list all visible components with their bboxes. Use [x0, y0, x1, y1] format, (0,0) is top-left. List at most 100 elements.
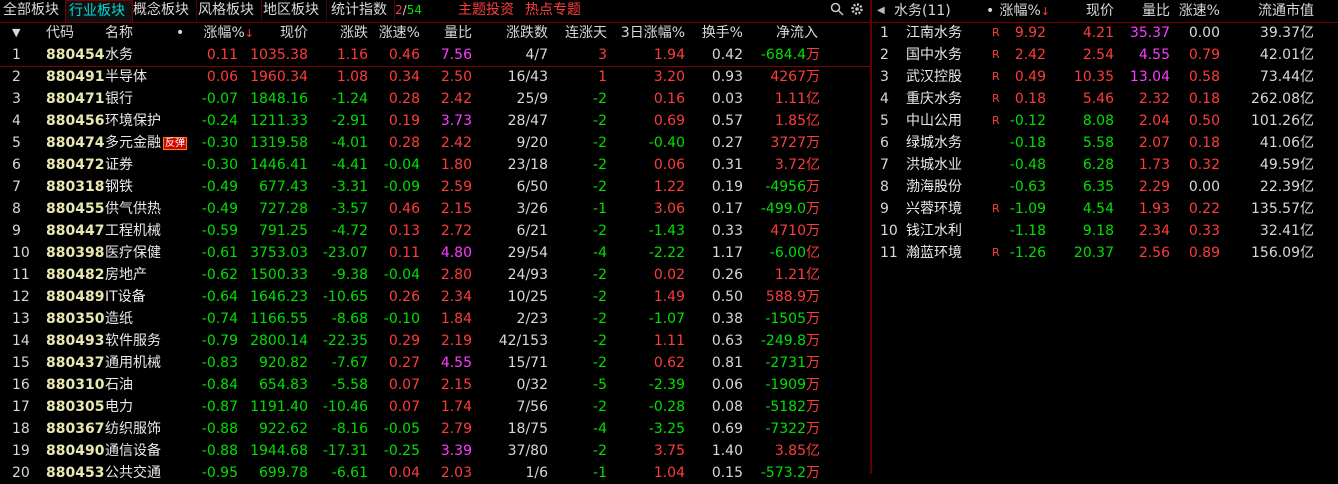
col-header-change-pct[interactable]: 涨幅%↓	[182, 22, 254, 44]
panel-col-header-speed[interactable]: 涨速%	[1172, 0, 1220, 22]
market-cap-unit: 亿	[1300, 223, 1314, 239]
table-row[interactable]: 7 880318 钢铁 -0.49 677.43 -3.31 -0.09 2.59 6/50 -2…	[0, 176, 870, 198]
price: 1500.33	[250, 267, 308, 283]
change-pct: -0.59	[201, 223, 238, 239]
col-header-chg3d[interactable]: 3日涨幅%	[607, 22, 685, 44]
stock-row[interactable]: 7 洪城水业 -0.48 6.28 1.73 0.32 49.59亿	[872, 154, 1338, 176]
board-name: 纺织服饰	[105, 421, 161, 437]
table-row[interactable]: 1 880454 水务 0.11 1035.38 1.16 0.46 7.56 4/7 3 1.94…	[0, 44, 870, 67]
col-header-change[interactable]: 涨跌	[310, 22, 368, 44]
panel-col-header-price[interactable]: 现价	[1062, 0, 1114, 22]
change-pct: -0.83	[201, 355, 238, 371]
margin-flag: R	[992, 202, 1000, 215]
chg-3d: 3.75	[653, 443, 685, 459]
hot-topics-link[interactable]: 热点专题	[525, 0, 581, 21]
stock-speed: 0.89	[1188, 245, 1220, 261]
tab-region-boards[interactable]: 地区板块	[260, 0, 327, 21]
table-row[interactable]: 14 880493 软件服务 -0.79 2800.14 -22.35 0.29 2.19 42…	[0, 330, 870, 352]
tab-all-boards[interactable]: 全部板块	[0, 0, 67, 21]
board-code: 880474	[46, 135, 105, 151]
tab-style-boards[interactable]: 风格板块	[195, 0, 262, 21]
price: 1944.68	[250, 443, 308, 459]
stock-vol-ratio: 2.07	[1138, 135, 1170, 151]
table-row[interactable]: 6 880472 证券 -0.30 1446.41 -4.41 -0.04 1.80 23/18…	[0, 154, 870, 176]
margin-flag: R	[992, 70, 1000, 83]
stock-row[interactable]: 2 国中水务 R 2.42 2.54 4.55 0.79 42.01亿	[872, 44, 1338, 66]
turnover: 1.40	[711, 443, 743, 459]
market-cap: 49.59亿	[1224, 154, 1314, 176]
stock-change-pct: -0.48	[1009, 157, 1046, 173]
col-header-name[interactable]: 名称	[105, 22, 133, 44]
board-code: 880493	[46, 333, 105, 349]
table-row[interactable]: 5 880474 多元金融 反弹 -0.30 1319.58 -4.01 0.28 2.42 9/…	[0, 132, 870, 154]
stock-vol-ratio: 13.04	[1129, 69, 1170, 85]
stock-vol-ratio: 1.93	[1138, 201, 1170, 217]
stock-row[interactable]: 11 瀚蓝环境 R -1.26 20.37 2.56 0.89 156.09亿	[872, 242, 1338, 264]
table-row[interactable]: 8 880455 供气供热 -0.49 727.28 -3.57 0.46 2.15 3/26 -…	[0, 198, 870, 220]
board-tab-bar: 全部板块 行业板块 概念板块 风格板块 地区板块 统计指数 2/54 主题投资 …	[0, 0, 870, 23]
turnover: 0.38	[711, 311, 743, 327]
turnover: 0.81	[711, 355, 743, 371]
col-header-change-pct-label: 涨幅%	[203, 25, 245, 41]
col-header-streak[interactable]: 连涨天	[555, 22, 607, 44]
change: -3.57	[331, 201, 368, 217]
search-icon[interactable]	[829, 2, 845, 18]
change: -6.61	[331, 465, 368, 481]
table-row[interactable]: 11 880482 房地产 -0.62 1500.33 -9.38 -0.04 2.80 24/…	[0, 264, 870, 286]
table-row[interactable]: 9 880447 工程机械 -0.59 791.25 -4.72 0.13 2.72 6/21 -…	[0, 220, 870, 242]
stock-name: 重庆水务	[906, 91, 962, 107]
stock-vol-ratio: 2.29	[1138, 179, 1170, 195]
table-row[interactable]: 12 880489 IT设备 -0.64 1646.23 -10.65 0.26 2.34 10…	[0, 286, 870, 308]
table-row[interactable]: 13 880350 造纸 -0.74 1166.55 -8.68 -0.10 1.84 2/23…	[0, 308, 870, 330]
net-inflow: -7322万	[740, 418, 820, 440]
table-row[interactable]: 16 880310 石油 -0.84 654.83 -5.58 0.07 2.15 0/32 -5…	[0, 374, 870, 396]
speed: -0.25	[383, 443, 420, 459]
table-row[interactable]: 17 880305 电力 -0.87 1191.40 -10.46 0.07 1.74 7/56…	[0, 396, 870, 418]
table-row[interactable]: 18 880367 纺织服饰 -0.88 922.62 -8.16 -0.05 2.79 18/…	[0, 418, 870, 440]
stock-price: 2.54	[1082, 47, 1114, 63]
table-row[interactable]: 15 880437 通用机械 -0.83 920.82 -7.67 0.27 4.55 15/7…	[0, 352, 870, 374]
table-row[interactable]: 19 880490 通信设备 -0.88 1944.68 -17.31 -0.25 3.39 3…	[0, 440, 870, 462]
panel-col-header-vol-ratio[interactable]: 量比	[1122, 0, 1170, 22]
tab-industry-boards[interactable]: 行业板块	[65, 0, 133, 22]
stock-row[interactable]: 3 武汉控股 R 0.49 10.35 13.04 0.58 73.44亿	[872, 66, 1338, 88]
col-header-code[interactable]: 代码	[46, 22, 74, 44]
panel-toggle-icon[interactable]: ◀	[877, 0, 885, 22]
panel-col-header-mcap[interactable]: 流通市值	[1237, 0, 1314, 22]
change-pct: -0.79	[201, 333, 238, 349]
col-header-speed[interactable]: 涨速%	[370, 22, 420, 44]
updown-count: 1/6	[525, 465, 548, 481]
stock-row[interactable]: 10 钱江水利 -1.18 9.18 2.34 0.33 32.41亿	[872, 220, 1338, 242]
table-row[interactable]: 10 880398 医疗保健 -0.61 3753.03 -23.07 0.11 4.80 29…	[0, 242, 870, 264]
panel-col-header-chg[interactable]: 涨幅%↓	[992, 0, 1050, 22]
stock-row[interactable]: 1 江南水务 R 9.92 4.21 35.37 0.00 39.37亿	[872, 22, 1338, 44]
updown-count: 6/21	[516, 223, 548, 239]
sort-toggle-icon[interactable]: ▼	[12, 22, 20, 44]
col-header-netflow[interactable]: 净流入	[750, 22, 818, 44]
topic-investment-link[interactable]: 主题投资	[458, 0, 514, 21]
price: 1035.38	[250, 47, 308, 63]
streak-days: -4	[593, 245, 607, 261]
col-header-turnover[interactable]: 换手%	[690, 22, 743, 44]
stock-price: 10.35	[1073, 69, 1114, 85]
net-inflow-value: 3727	[770, 135, 806, 151]
tab-concept-boards[interactable]: 概念板块	[130, 0, 197, 21]
stock-row[interactable]: 4 重庆水务 R 0.18 5.46 2.32 0.18 262.08亿	[872, 88, 1338, 110]
stock-row[interactable]: 5 中山公用 R -0.12 8.08 2.04 0.50 101.26亿	[872, 110, 1338, 132]
row-index: 20	[12, 465, 30, 481]
stock-row[interactable]: 9 兴蓉环境 R -1.09 4.54 1.93 0.22 135.57亿	[872, 198, 1338, 220]
gear-icon[interactable]	[849, 2, 865, 18]
stock-row[interactable]: 8 渤海股份 -0.63 6.35 2.29 0.00 22.39亿	[872, 176, 1338, 198]
stock-row[interactable]: 6 绿城水务 -0.18 5.58 2.07 0.18 41.06亿	[872, 132, 1338, 154]
col-header-updown[interactable]: 涨跌数	[490, 22, 548, 44]
table-row[interactable]: 20 880453 公共交通 -0.95 699.78 -6.61 0.04 2.03 1/6 -…	[0, 462, 870, 484]
table-row[interactable]: 2 880491 半导体 0.06 1960.34 1.08 0.34 2.50 16/43 1 3…	[0, 66, 870, 88]
table-row[interactable]: 4 880456 环境保护 -0.24 1211.33 -2.91 0.19 3.73 28/4…	[0, 110, 870, 132]
updown-count: 42/153	[498, 333, 548, 349]
col-header-vol-ratio[interactable]: 量比	[422, 22, 472, 44]
stock-index: 3	[880, 69, 889, 85]
table-row[interactable]: 3 880471 银行 -0.07 1848.16 -1.24 0.28 2.42 25/9 -2…	[0, 88, 870, 110]
market-cap: 41.06亿	[1224, 132, 1314, 154]
col-header-price[interactable]: 现价	[250, 22, 308, 44]
tab-stat-index[interactable]: 统计指数	[328, 0, 395, 21]
